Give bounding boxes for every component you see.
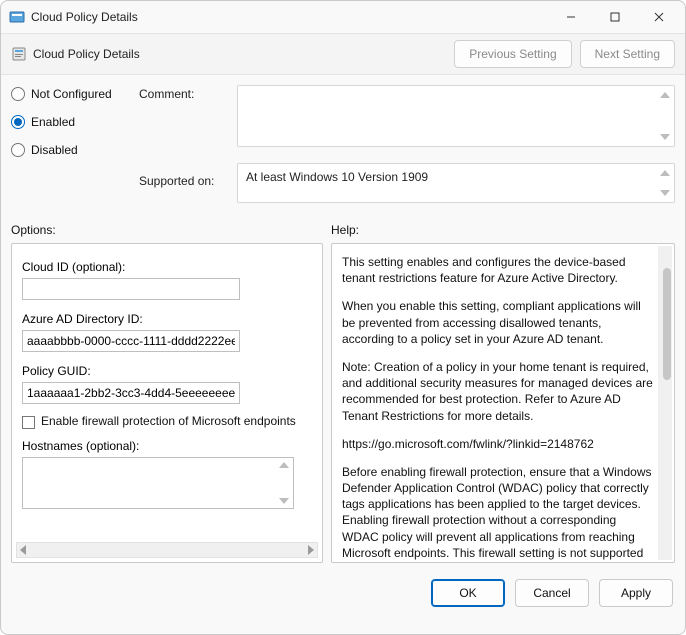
radio-disabled[interactable]: Disabled	[11, 143, 131, 157]
scroll-down-icon[interactable]	[660, 134, 670, 140]
hostnames-textarea[interactable]	[22, 457, 294, 509]
help-paragraph: Note: Creation of a policy in your home …	[342, 359, 656, 424]
supported-on-field: At least Windows 10 Version 1909	[237, 163, 675, 203]
pane-headers: Options: Help:	[1, 207, 685, 243]
next-setting-button[interactable]: Next Setting	[580, 40, 675, 68]
directory-id-input[interactable]	[22, 330, 240, 352]
radio-icon	[11, 143, 25, 157]
help-paragraph: Before enabling firewall protection, ens…	[342, 464, 656, 563]
scroll-left-icon[interactable]	[20, 545, 26, 555]
supported-on-value: At least Windows 10 Version 1909	[246, 170, 428, 184]
horizontal-scrollbar[interactable]	[16, 542, 318, 558]
ok-button[interactable]: OK	[431, 579, 505, 607]
scroll-right-icon[interactable]	[308, 545, 314, 555]
radio-icon	[11, 87, 25, 101]
directory-id-label: Azure AD Directory ID:	[22, 312, 312, 326]
scroll-up-icon[interactable]	[279, 462, 289, 468]
policy-guid-input[interactable]	[22, 382, 240, 404]
minimize-button[interactable]	[549, 3, 593, 31]
sub-header-title: Cloud Policy Details	[33, 47, 140, 61]
scroll-up-icon[interactable]	[660, 170, 670, 176]
radio-enabled[interactable]: Enabled	[11, 115, 131, 129]
upper-section: Not Configured Enabled Disabled Comment:…	[1, 75, 685, 207]
help-paragraph: When you enable this setting, compliant …	[342, 298, 656, 347]
dialog-window: Cloud Policy Details Cloud Policy Detail…	[0, 0, 686, 635]
cancel-button[interactable]: Cancel	[515, 579, 589, 607]
supported-on-label: Supported on:	[139, 172, 229, 188]
scroll-down-icon[interactable]	[279, 498, 289, 504]
radio-label: Enabled	[31, 115, 75, 129]
title-bar: Cloud Policy Details	[1, 1, 685, 33]
comment-label: Comment:	[139, 85, 229, 101]
app-icon	[9, 9, 25, 25]
help-link-text: https://go.microsoft.com/fwlink/?linkid=…	[342, 436, 656, 452]
help-pane: This setting enables and configures the …	[331, 243, 675, 563]
radio-label: Disabled	[31, 143, 78, 157]
help-paragraph: This setting enables and configures the …	[342, 254, 656, 286]
previous-setting-button[interactable]: Previous Setting	[454, 40, 571, 68]
cloud-id-input[interactable]	[22, 278, 240, 300]
policy-icon	[11, 46, 27, 62]
dialog-footer: OK Cancel Apply	[1, 563, 685, 619]
options-label: Options:	[11, 223, 331, 237]
comment-textarea[interactable]	[237, 85, 675, 147]
scroll-down-icon[interactable]	[660, 190, 670, 196]
maximize-button[interactable]	[593, 3, 637, 31]
state-radio-group: Not Configured Enabled Disabled	[11, 85, 131, 157]
checkbox-icon	[22, 416, 35, 429]
scrollbar-thumb[interactable]	[663, 268, 671, 380]
firewall-checkbox-label: Enable firewall protection of Microsoft …	[41, 414, 296, 428]
sub-header: Cloud Policy Details Previous Setting Ne…	[1, 33, 685, 75]
close-button[interactable]	[637, 3, 681, 31]
scroll-up-icon[interactable]	[660, 92, 670, 98]
firewall-checkbox-row[interactable]: Enable firewall protection of Microsoft …	[22, 414, 312, 429]
options-pane: Cloud ID (optional): Azure AD Directory …	[11, 243, 323, 563]
cloud-id-label: Cloud ID (optional):	[22, 260, 312, 274]
hostnames-label: Hostnames (optional):	[22, 439, 312, 453]
help-label: Help:	[331, 223, 359, 237]
apply-button[interactable]: Apply	[599, 579, 673, 607]
radio-label: Not Configured	[31, 87, 112, 101]
policy-guid-label: Policy GUID:	[22, 364, 312, 378]
radio-not-configured[interactable]: Not Configured	[11, 87, 131, 101]
window-title: Cloud Policy Details	[31, 10, 138, 24]
radio-icon	[11, 115, 25, 129]
